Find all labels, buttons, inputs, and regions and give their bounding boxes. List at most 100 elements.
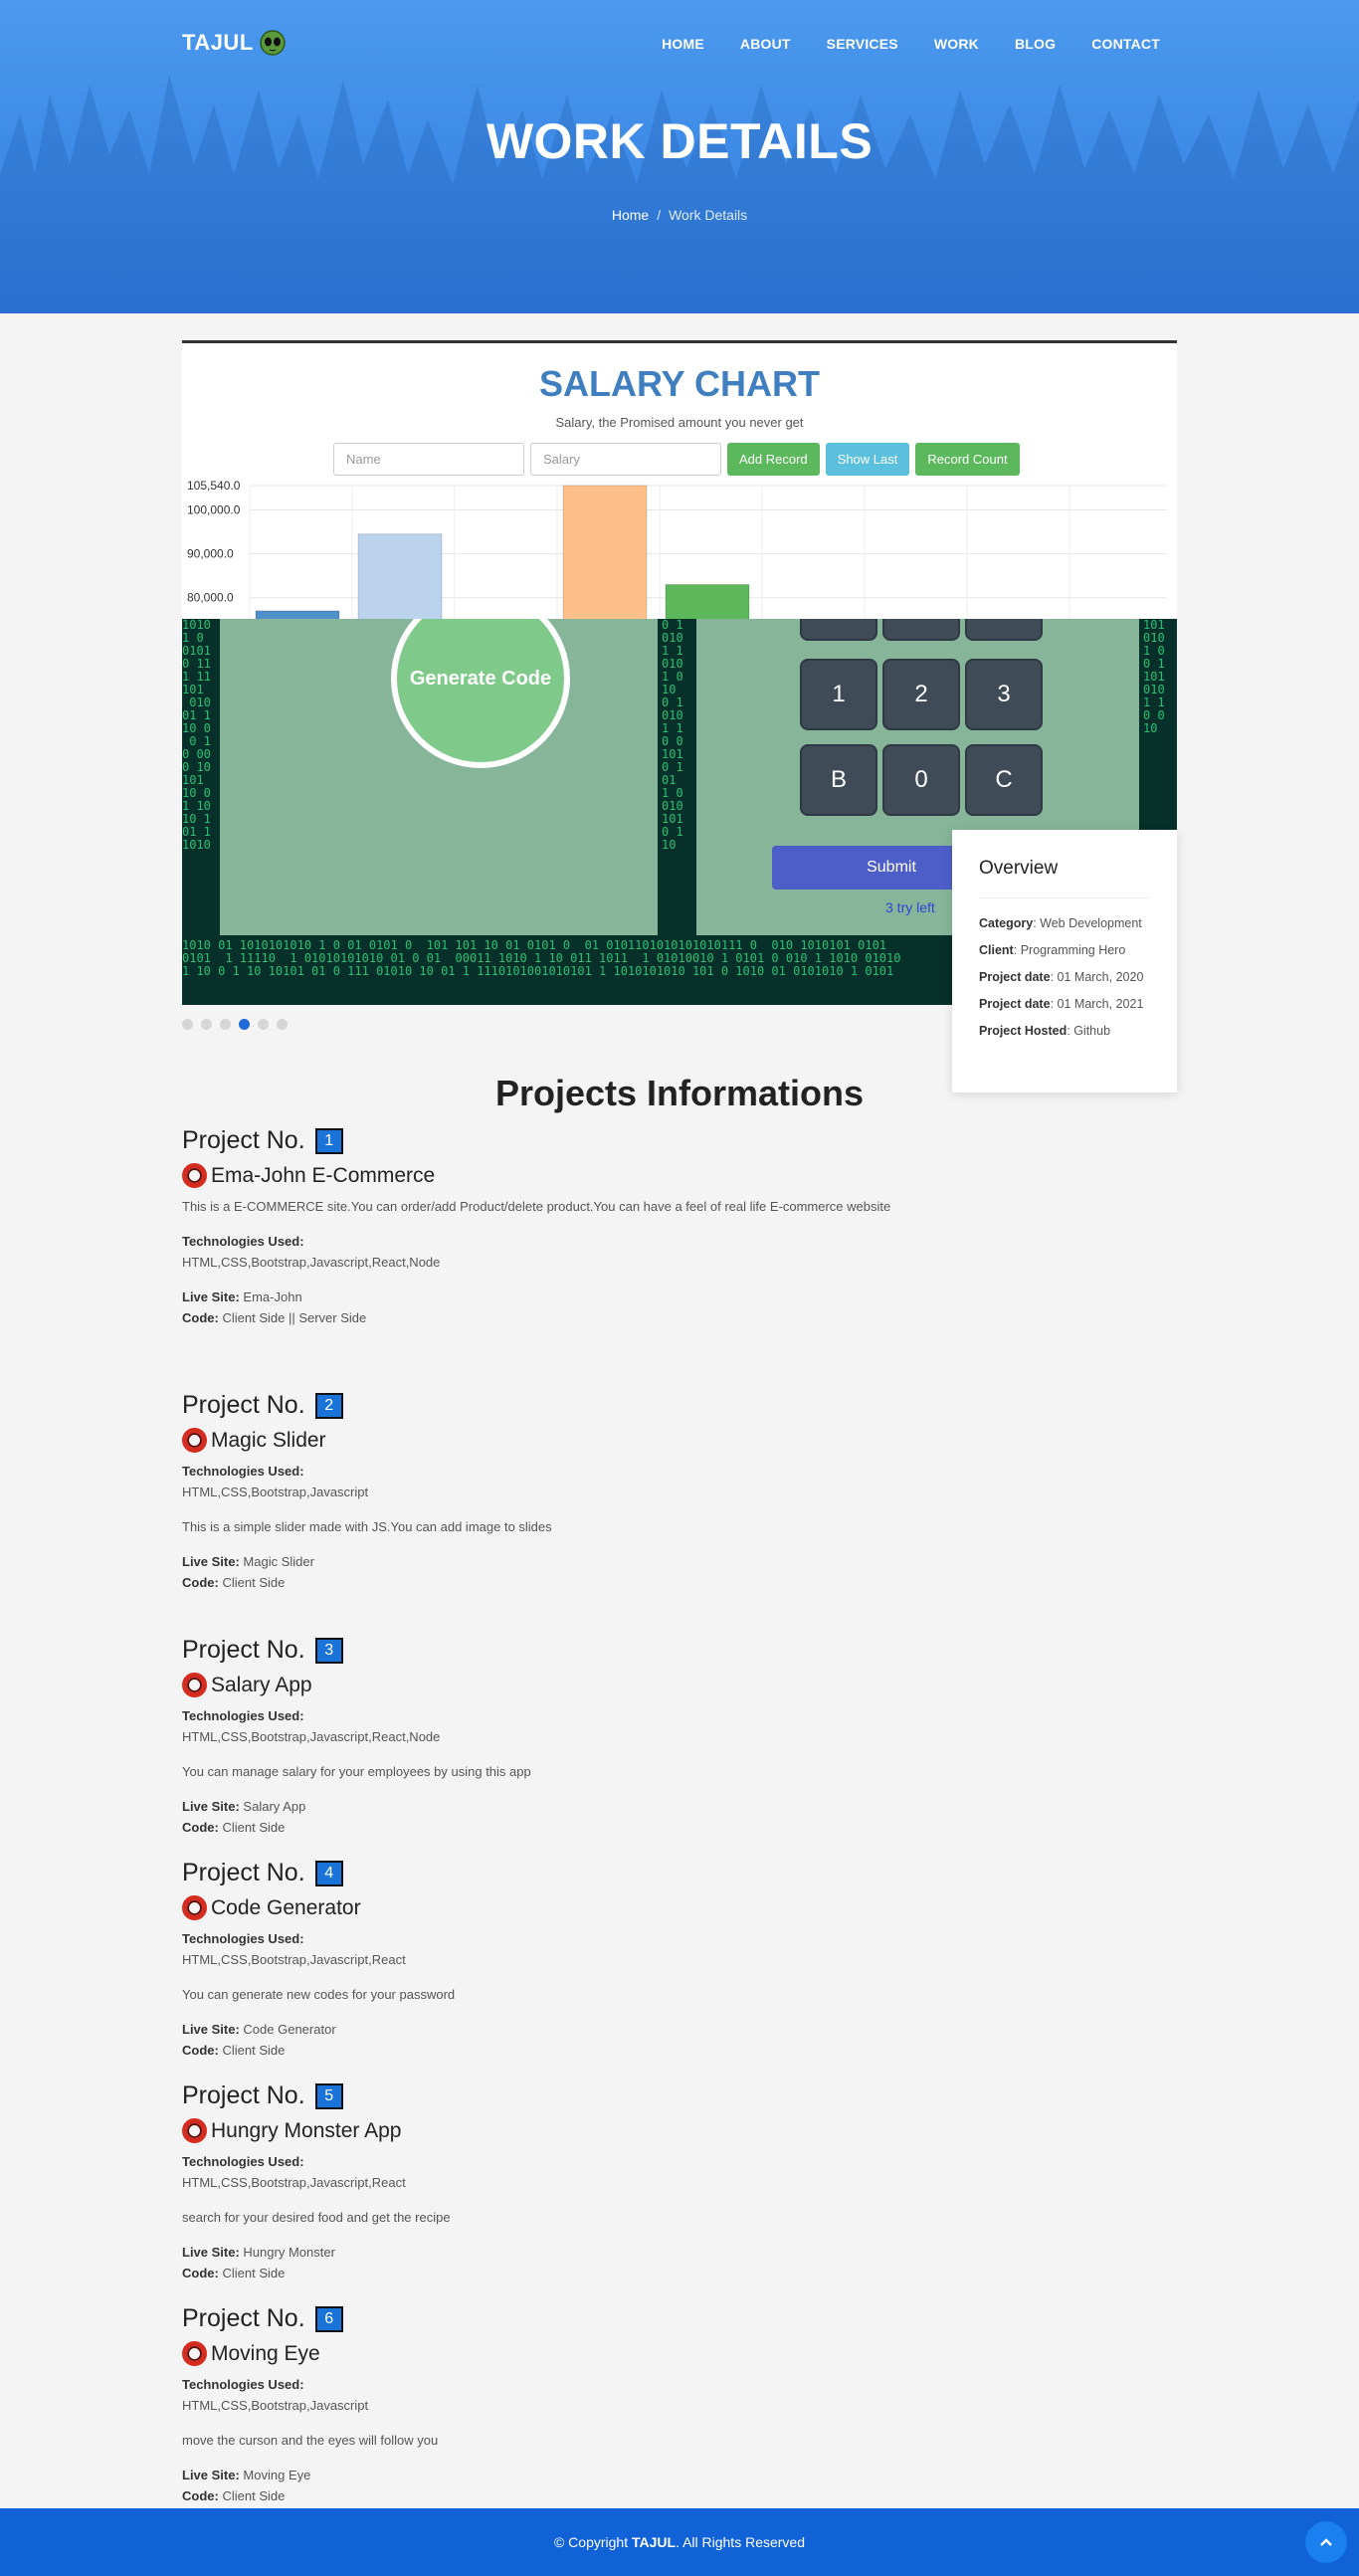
tech-value: HTML,CSS,Bootstrap,Javascript,React	[182, 1952, 406, 1967]
project-name: Code Generator	[182, 1895, 1177, 1920]
slider-dots	[182, 1019, 288, 1030]
tech-value: HTML,CSS,Bootstrap,Javascript	[182, 1485, 369, 1499]
project-block: Project No. 2 Magic Slider Technologies U…	[182, 1391, 1177, 1593]
code-link[interactable]: Client Side	[222, 1820, 285, 1835]
slider-dot[interactable]	[277, 1019, 288, 1030]
code-label: Code:	[182, 1575, 219, 1590]
chevron-up-icon	[1320, 2538, 1332, 2546]
live-link[interactable]: Salary App	[243, 1799, 305, 1814]
project-name: Moving Eye	[182, 2341, 1177, 2366]
slider-dot[interactable]	[239, 1019, 250, 1030]
project-tech: Technologies Used: HTML,CSS,Bootstrap,Jav…	[182, 1928, 1177, 1970]
slider-dot[interactable]	[182, 1019, 193, 1030]
project-heading: Project No. 6	[182, 2304, 1177, 2333]
project-number-badge: 4	[314, 1860, 343, 1886]
nav-services[interactable]: SERVICES	[827, 36, 898, 52]
overview-value: 01 March, 2020	[1057, 970, 1144, 984]
salary-bar	[562, 485, 648, 619]
project-block: Project No. 1 Ema-John E-Commerce This is…	[182, 1126, 1177, 1328]
live-link[interactable]: Ema-John	[243, 1289, 301, 1304]
tech-value: HTML,CSS,Bootstrap,Javascript,React,Node	[182, 1729, 441, 1744]
chart-tick-label: 80,000.0	[187, 591, 234, 605]
matrix-mid: 0 1 010 1 1 010 1 0 10 0 1 010 1 1 0 0 1…	[662, 619, 683, 852]
tech-value: HTML,CSS,Bootstrap,Javascript,React	[182, 2175, 406, 2190]
project-number-label: Project No.	[182, 1636, 305, 1664]
red-circle-icon	[182, 1673, 207, 1697]
live-link[interactable]: Code Generator	[243, 2022, 335, 2037]
overview-date-start: Project date: 01 March, 2020	[979, 970, 1150, 984]
project-name-text: Hungry Monster App	[211, 2118, 402, 2142]
project-tech: Technologies Used: HTML,CSS,Bootstrap,Jav…	[182, 2151, 1177, 2193]
project-block: Project No. 5 Hungry Monster App Technolo…	[182, 2081, 1177, 2283]
tech-label: Technologies Used:	[182, 1931, 304, 1946]
page-title: WORK DETAILS	[485, 113, 874, 169]
live-link[interactable]: Moving Eye	[243, 2468, 310, 2482]
code-link[interactable]: Client Side	[222, 2043, 285, 2058]
overview-title: Overview	[979, 858, 1059, 879]
forest-background	[0, 75, 1359, 313]
overview-label: Category	[979, 916, 1034, 930]
code-label: Code:	[182, 2488, 219, 2503]
chart-tick-label: 100,000.0	[187, 502, 241, 516]
key-b: B	[800, 744, 877, 816]
slider-dot[interactable]	[201, 1019, 212, 1030]
project-number-badge: 5	[314, 2082, 343, 2109]
nav-work[interactable]: WORK	[934, 36, 979, 52]
key-partial-3	[965, 619, 1043, 641]
code-label: Code:	[182, 1310, 219, 1325]
red-circle-icon	[182, 1428, 207, 1453]
projects-section-title: Projects Informations	[494, 1073, 865, 1113]
red-circle-icon	[182, 1163, 207, 1188]
project-number-label: Project No.	[182, 1859, 305, 1886]
alien-icon	[260, 30, 286, 56]
project-tech: Technologies Used: HTML,CSS,Bootstrap,Jav…	[182, 1231, 1177, 1273]
code-link[interactable]: Client Side	[222, 1575, 285, 1590]
nav-blog[interactable]: BLOG	[1015, 36, 1056, 52]
project-description: search for your desired food and get the…	[182, 2210, 451, 2225]
live-link[interactable]: Magic Slider	[243, 1554, 314, 1569]
project-heading: Project No. 3	[182, 1636, 1177, 1665]
overview-sep: :	[1013, 943, 1018, 957]
project-number-label: Project No.	[182, 2304, 305, 2332]
breadcrumb-home[interactable]: Home	[612, 207, 649, 223]
code-link[interactable]: Client Side	[222, 2266, 285, 2280]
project-links: Live Site: Magic Slider Code: Client Side	[182, 1551, 1177, 1593]
overview-client: Client: Programming Hero	[979, 943, 1150, 957]
chart-tick-label: 90,000.0	[187, 547, 234, 561]
site-logo[interactable]: TAJUL	[182, 30, 286, 56]
project-description: You can manage salary for your employees…	[182, 1764, 531, 1779]
back-to-top-button[interactable]	[1305, 2521, 1347, 2563]
project-number-badge: 3	[314, 1637, 343, 1664]
project-number-badge: 2	[314, 1392, 343, 1419]
key-3: 3	[965, 659, 1043, 730]
project-tech: Technologies Used: HTML,CSS,Bootstrap,Jav…	[182, 1461, 1177, 1502]
project-name-text: Moving Eye	[211, 2341, 320, 2365]
red-circle-icon	[182, 2341, 207, 2366]
overview-sep: :	[1067, 1024, 1070, 1038]
live-link[interactable]: Hungry Monster	[243, 2245, 334, 2260]
slider-dot[interactable]	[220, 1019, 231, 1030]
key-0: 0	[882, 744, 960, 816]
project-name-text: Salary App	[211, 1673, 312, 1696]
tech-label: Technologies Used:	[182, 2154, 304, 2169]
project-name: Salary App	[182, 1673, 1177, 1697]
overview-sep: :	[1033, 916, 1037, 930]
code-link[interactable]: Client Side || Server Side	[222, 1310, 366, 1325]
matrix-bottom: 1010 01 1010101010 1 0 01 0101 0 101 101…	[182, 938, 901, 978]
key-partial-2	[882, 619, 960, 641]
live-label: Live Site:	[182, 1289, 240, 1304]
overview-value: Web Development	[1040, 916, 1142, 930]
project-description: You can generate new codes for your pass…	[182, 1987, 456, 2002]
nav-home[interactable]: HOME	[662, 36, 704, 52]
nav-about[interactable]: ABOUT	[740, 36, 791, 52]
live-label: Live Site:	[182, 2245, 240, 2260]
slider-dot[interactable]	[258, 1019, 269, 1030]
code-link[interactable]: Client Side	[222, 2488, 285, 2503]
nav-contact[interactable]: CONTACT	[1091, 36, 1160, 52]
main-nav: HOME ABOUT SERVICES WORK BLOG CONTACT	[626, 36, 1160, 52]
overview-hosted: Project Hosted: Github	[979, 1024, 1150, 1038]
footer-brand: TAJUL	[631, 2534, 677, 2550]
logo-text: TAJUL	[182, 30, 254, 55]
overview-label: Project date	[979, 970, 1051, 984]
project-block: Project No. 6 Moving Eye Technologies Use…	[182, 2304, 1177, 2506]
